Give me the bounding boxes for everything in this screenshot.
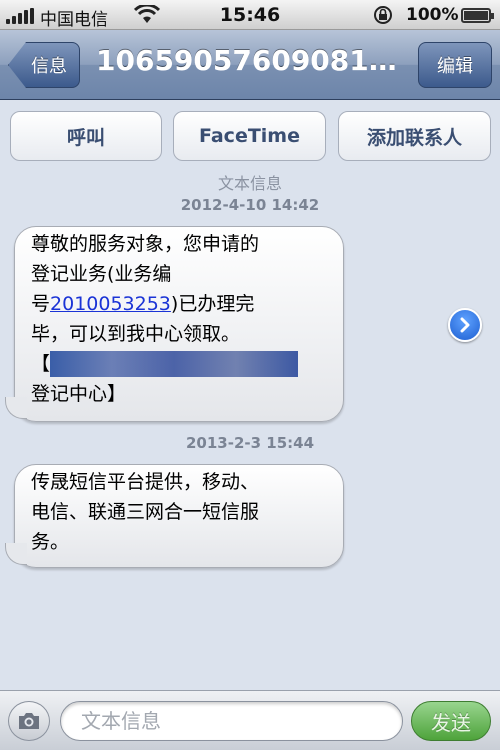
- message-type-label: 文本信息: [217, 174, 282, 193]
- message-bubble: 尊敬的服务对象，您申请的 登记业务(业务编 号2010053253)已办理完 毕…: [5, 226, 344, 422]
- nav-bar: 信息 1065905760908164… 编辑: [0, 30, 500, 100]
- rotation-lock-icon: [374, 6, 392, 24]
- message-text: 号: [31, 293, 51, 315]
- bubble-tail: [5, 543, 27, 565]
- edit-button[interactable]: 编辑: [418, 42, 492, 88]
- battery-icon: [461, 8, 494, 23]
- redacted-text: [50, 350, 299, 377]
- chevron-right-icon[interactable]: [448, 308, 482, 342]
- status-bar: 中国电信 15:46 100%: [0, 0, 500, 30]
- message-line: 电信、联通三网合一短信服: [31, 501, 260, 523]
- call-button[interactable]: 呼叫: [10, 111, 162, 161]
- compose-bar: 发送: [0, 690, 500, 750]
- message-text: )已办理完: [170, 293, 255, 315]
- message-line: 登记业务(业务编: [31, 263, 172, 285]
- message-timestamp: 2012-4-10 14:42: [180, 196, 320, 214]
- message-line: 【: [31, 349, 329, 379]
- message-timestamp: 2013-2-3 15:44: [185, 434, 315, 452]
- camera-icon: [19, 713, 39, 729]
- message-number-link[interactable]: 2010053253: [50, 293, 171, 315]
- bubble-tail: [5, 397, 27, 419]
- facetime-button[interactable]: FaceTime: [173, 111, 326, 161]
- message-line: 毕，可以到我中心领取。: [31, 323, 241, 345]
- camera-button[interactable]: [8, 701, 50, 741]
- message-line: 号2010053253)已办理完: [31, 289, 329, 319]
- add-contact-button[interactable]: 添加联系人: [338, 111, 491, 161]
- send-button[interactable]: 发送: [411, 701, 491, 741]
- message-line: 务。: [31, 531, 70, 553]
- battery-percentage: 100%: [406, 5, 459, 25]
- message-line: 尊敬的服务对象，您申请的: [31, 233, 260, 255]
- message-input[interactable]: [60, 701, 403, 741]
- message-text: 【: [31, 353, 51, 375]
- message-bubble: 传晟短信平台提供，移动、 电信、联通三网合一短信服 务。: [5, 464, 344, 568]
- back-button[interactable]: 信息: [8, 42, 80, 88]
- conversation-title: 1065905760908164…: [96, 44, 408, 77]
- message-line: 传晟短信平台提供，移动、: [31, 471, 260, 493]
- message-line: 登记中心】: [31, 383, 127, 405]
